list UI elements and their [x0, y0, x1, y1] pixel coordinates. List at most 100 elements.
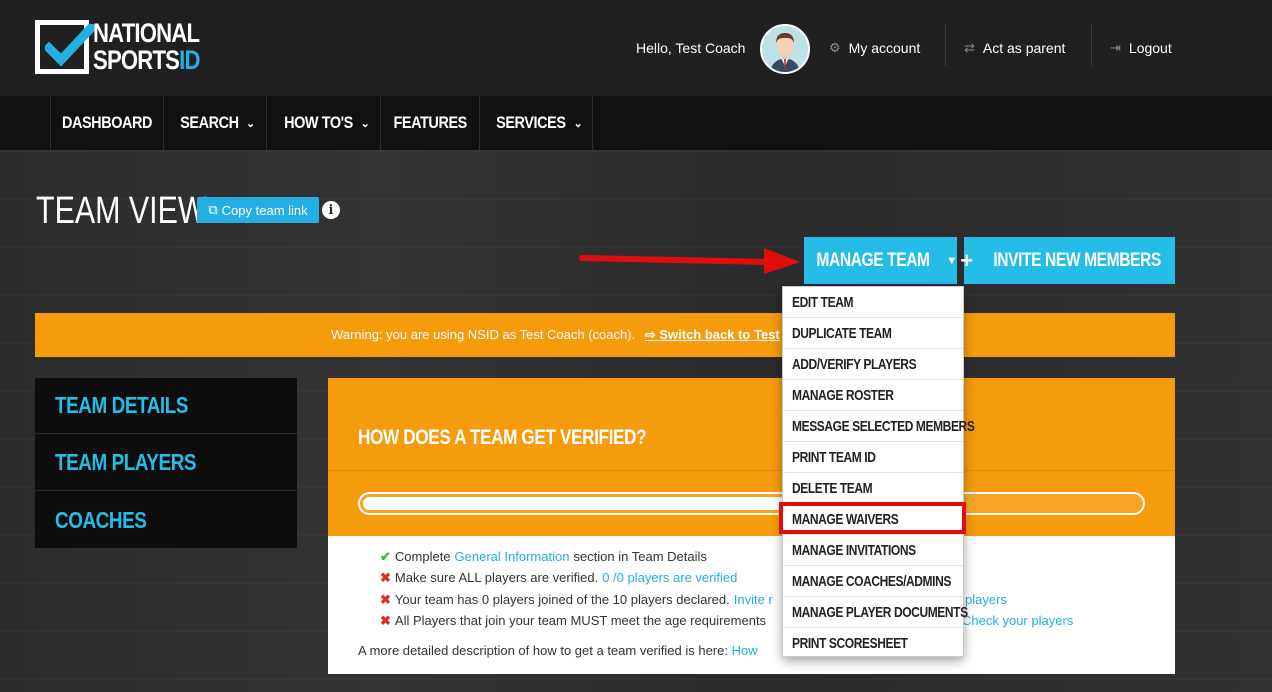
nav-search[interactable]: SEARCH ⌄ [163, 96, 266, 150]
chevron-down-icon: ⌄ [573, 117, 583, 130]
plus-icon: + [960, 247, 973, 273]
verification-description: A more detailed description of how to ge… [358, 643, 758, 658]
coach-avatar-icon [762, 26, 808, 72]
dropdown-item-label: DELETE TEAM [792, 479, 873, 497]
warning-content: Warning: you are using NSID as Test Coac… [331, 327, 780, 343]
switch-icon: ⇄ [964, 40, 975, 55]
avatar[interactable] [760, 24, 810, 74]
verification-panel-header: HOW DOES A TEAM GET VERIFIED? [328, 378, 1175, 536]
chevron-down-icon: ⌄ [246, 117, 255, 130]
switch-back-label: Switch back to Test [659, 327, 780, 342]
nav-features[interactable]: FEATURES [380, 96, 479, 150]
highlight-box-annotation [779, 502, 966, 534]
warning-text: Warning: you are using NSID as Test Coac… [331, 327, 636, 342]
site-logo[interactable]: NATIONAL SPORTSID [35, 20, 220, 76]
requirement-item: ✔ Complete General Information section i… [380, 549, 707, 565]
logo-text-sportsid: SPORTSID [93, 45, 200, 75]
manage-team-dropdown: EDIT TEAM DUPLICATE TEAM ADD/VERIFY PLAYER… [782, 286, 975, 659]
sidebar-item-team-details[interactable]: TEAM DETAILS [35, 378, 297, 434]
dropdown-item-manage-coaches-admins[interactable]: MANAGE COACHES/ADMINS [783, 566, 963, 597]
dropdown-item-label: MESSAGE SELECTED MEMBERS [792, 417, 975, 435]
dropdown-item-label: MANAGE PLAYER DOCUMENTS [792, 603, 968, 621]
impersonation-warning: Warning: you are using NSID as Test Coac… [35, 313, 1175, 357]
dropdown-item-label: ADD/VERIFY PLAYERS [792, 355, 917, 373]
requirement-text: Complete [394, 549, 451, 564]
description-text: A more detailed description of how to ge… [358, 643, 728, 658]
manage-team-button[interactable]: MANAGE TEAM ▼ [804, 237, 957, 284]
progress-fill [363, 497, 790, 510]
copy-team-link-label: Copy team link [221, 202, 308, 218]
cross-icon: ✖ [380, 613, 391, 628]
red-arrow-annotation [579, 248, 800, 274]
requirement-text: Make sure ALL players are verified. [394, 570, 599, 585]
copy-team-link-button[interactable]: ⧉ Copy team link [197, 197, 319, 223]
invite-new-members-button[interactable]: + INVITE NEW MEMBERS [960, 237, 1175, 284]
dropdown-item-label: MANAGE INVITATIONS [792, 541, 916, 559]
sidebar-item-label: TEAM DETAILS [55, 392, 189, 418]
act-as-parent-label: Act as parent [982, 40, 1066, 56]
copy-icon: ⧉ [208, 202, 218, 217]
dropdown-item-delete-team[interactable]: DELETE TEAM [783, 473, 963, 504]
nav-features-label: FEATURES [393, 113, 467, 132]
dropdown-item-label: MANAGE ROSTER [792, 386, 894, 404]
requirement-item: ✖ All Players that join your team MUST m… [380, 613, 766, 629]
gear-icon: ⚙ [829, 40, 841, 55]
dropdown-item-label: PRINT TEAM ID [792, 448, 876, 466]
switch-back-link[interactable]: ⇨ Switch back to Test [645, 327, 780, 342]
dropdown-item-manage-player-documents[interactable]: MANAGE PLAYER DOCUMENTS [783, 597, 968, 628]
nav-dashboard[interactable]: DASHBOARD [50, 96, 163, 150]
nav-services[interactable]: SERVICES ⌄ [479, 96, 593, 150]
invite-new-members-label: INVITE NEW MEMBERS [992, 249, 1161, 271]
dropdown-item-label: EDIT TEAM [792, 293, 854, 311]
my-account-label: My account [848, 40, 921, 56]
caret-down-icon: ▼ [946, 254, 957, 267]
dropdown-item-duplicate-team[interactable]: DUPLICATE TEAM [783, 318, 963, 349]
checkmark-icon [45, 24, 95, 67]
check-icon: ✔ [380, 549, 391, 564]
dropdown-item-label: MANAGE COACHES/ADMINS [792, 572, 951, 590]
logout-label: Logout [1128, 40, 1172, 56]
dropdown-item-label: DUPLICATE TEAM [792, 324, 892, 342]
requirement-text: section in Team Details [573, 549, 707, 564]
nav-search-label: SEARCH [180, 113, 239, 132]
check-your-players-link[interactable]: Check your players [962, 613, 1073, 628]
requirement-item: ✖ Make sure ALL players are verified. 0 … [380, 570, 737, 586]
dropdown-item-message-selected-members[interactable]: MESSAGE SELECTED MEMBERS [783, 411, 975, 442]
dropdown-item-print-scoresheet[interactable]: PRINT SCORESHEET [783, 628, 963, 659]
my-account-link[interactable]: ⚙ My account [829, 40, 920, 56]
logout-icon: ⇥ [1110, 40, 1121, 55]
verification-title: HOW DOES A TEAM GET VERIFIED? [358, 426, 647, 449]
logout-link[interactable]: ⇥ Logout [1110, 40, 1172, 56]
requirement-item: ✖ Your team has 0 players joined of the … [380, 592, 773, 608]
dropdown-item-print-team-id[interactable]: PRINT TEAM ID [783, 442, 963, 473]
site-header: NATIONAL SPORTSID Hello, Test Coach ⚙ My… [0, 0, 1272, 96]
requirement-text: All Players that join your team MUST mee… [394, 613, 767, 628]
requirement-text: Your team has 0 players joined of the 10… [394, 592, 730, 607]
players-verified-link[interactable]: 0 /0 players are verified [602, 570, 737, 586]
dropdown-item-label: PRINT SCORESHEET [792, 635, 908, 652]
invite-players-link[interactable]: Invite r [734, 592, 773, 608]
verification-progress-bar [358, 492, 1145, 515]
nav-howtos[interactable]: HOW TO'S ⌄ [266, 96, 380, 150]
team-sidebar: TEAM DETAILS TEAM PLAYERS COACHES [35, 378, 297, 548]
act-as-parent-link[interactable]: ⇄ Act as parent [964, 40, 1065, 56]
header-divider [945, 24, 946, 66]
dropdown-item-manage-roster[interactable]: MANAGE ROSTER [783, 380, 963, 411]
manage-team-label: MANAGE TEAM [816, 249, 931, 271]
info-icon[interactable]: i [322, 201, 340, 219]
general-information-link[interactable]: General Information [455, 549, 570, 565]
sidebar-item-coaches[interactable]: COACHES [35, 492, 297, 548]
header-divider [1091, 24, 1092, 66]
dropdown-item-manage-invitations[interactable]: MANAGE INVITATIONS [783, 535, 963, 566]
cross-icon: ✖ [380, 592, 391, 607]
dropdown-item-edit-team[interactable]: EDIT TEAM [783, 287, 963, 318]
invite-players-link-tail[interactable]: players [965, 592, 1007, 607]
dropdown-item-add-verify-players[interactable]: ADD/VERIFY PLAYERS [783, 349, 963, 380]
how-to-link[interactable]: How [732, 643, 758, 658]
divider [328, 470, 1175, 471]
sidebar-item-label: TEAM PLAYERS [55, 449, 197, 475]
nav-services-label: SERVICES [495, 113, 566, 132]
main-nav: DASHBOARD SEARCH ⌄ HOW TO'S ⌄ FEATURES S… [0, 96, 1272, 150]
sidebar-item-team-players[interactable]: TEAM PLAYERS [35, 435, 297, 491]
logo-text-national: NATIONAL [93, 18, 200, 48]
